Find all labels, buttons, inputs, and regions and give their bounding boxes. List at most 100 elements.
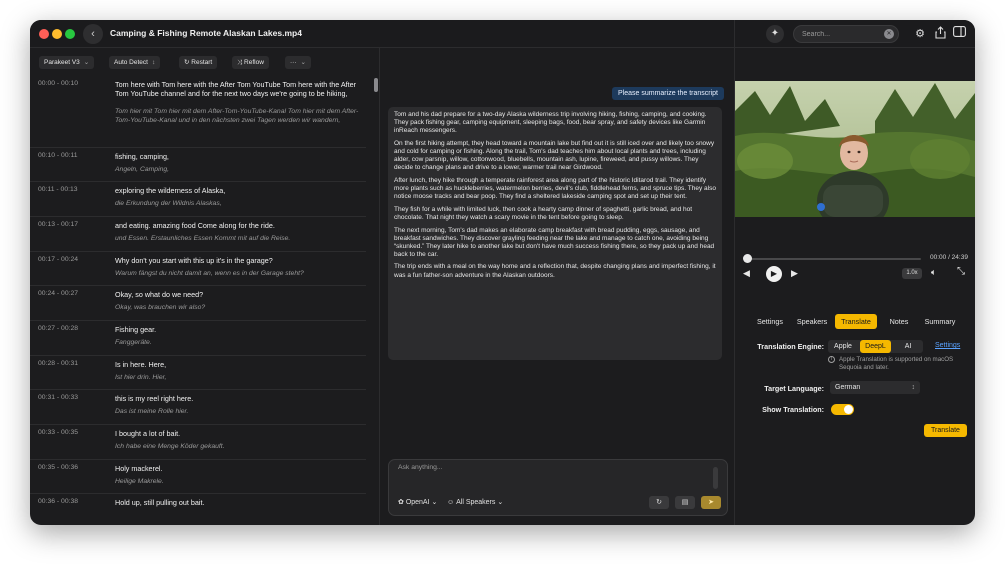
title-bar: ‹ Camping & Fishing Remote Alaskan Lakes… bbox=[30, 20, 975, 48]
segment-time: 00:35 - 00:36 bbox=[38, 464, 79, 471]
sparkle-icon: ✦ bbox=[770, 28, 780, 39]
answer-paragraph: On the first hiking attempt, they head t… bbox=[394, 139, 715, 172]
search-box[interactable]: ✕ bbox=[793, 25, 899, 43]
engine-option-deepl[interactable]: DeepL bbox=[860, 340, 891, 353]
transcript-segment[interactable]: 00:11 - 00:13 exploring the wilderness o… bbox=[30, 181, 366, 216]
segment-text: Tom here with Tom here with the After To… bbox=[115, 80, 357, 98]
translation-engine-selector: Apple DeepL AI bbox=[828, 340, 923, 353]
play-button[interactable]: ▶ bbox=[766, 266, 782, 282]
transcript-segment[interactable]: 00:10 - 00:11 fishing, camping, Angeln, … bbox=[30, 147, 366, 181]
search-clear-icon[interactable]: ✕ bbox=[884, 29, 894, 39]
target-language-label: Target Language: bbox=[764, 384, 824, 393]
sidebar-icon[interactable] bbox=[952, 26, 966, 42]
playback-speed-button[interactable]: 1.0x bbox=[902, 268, 922, 279]
target-language-select[interactable]: German ↕ bbox=[830, 381, 920, 394]
caption-icon: ▤ bbox=[681, 499, 689, 506]
tab-speakers[interactable]: Speakers bbox=[791, 314, 833, 329]
volume-icon[interactable]: 🔈︎ bbox=[931, 267, 936, 278]
restart-label: Restart bbox=[191, 59, 213, 66]
show-translation-label: Show Translation: bbox=[762, 405, 824, 414]
language-select-label: Auto Detect bbox=[114, 59, 148, 66]
provider-select[interactable]: ✿ OpenAI ⌄ bbox=[398, 498, 437, 506]
transcript-segment[interactable]: 00:27 - 00:28 Fishing gear. Fanggeräte. bbox=[30, 320, 366, 355]
composer-scrollbar[interactable] bbox=[713, 467, 718, 489]
segment-time: 00:17 - 00:24 bbox=[38, 256, 79, 263]
segment-translation: Angeln, Camping, bbox=[115, 166, 170, 173]
model-select[interactable]: Parakeet V3 ⌄ bbox=[39, 56, 95, 69]
send-button[interactable]: ➤ bbox=[701, 496, 721, 509]
segment-text: fishing, camping, bbox=[115, 152, 169, 161]
reflow-icon: ⤨ bbox=[237, 59, 245, 66]
transcript-toolbar: Parakeet V3 ⌄ Auto Detect ↕ ↻ Restart ⤨ Re… bbox=[30, 48, 379, 76]
segment-translation: Ich habe eine Menge Köder gekauft. bbox=[115, 443, 225, 450]
search-input[interactable] bbox=[802, 28, 882, 40]
segment-time: 00:10 - 00:11 bbox=[38, 152, 78, 159]
close-window-button[interactable] bbox=[39, 29, 49, 39]
transcript-scrollbar[interactable] bbox=[374, 78, 378, 92]
language-select[interactable]: Auto Detect ↕ bbox=[109, 56, 161, 69]
transcript-segment[interactable]: 00:35 - 00:36 Holy mackerel. Heilige Mak… bbox=[30, 459, 366, 493]
target-language-value: German bbox=[835, 384, 861, 391]
translate-button[interactable]: Translate bbox=[924, 424, 967, 437]
ai-sparkle-button[interactable]: ✦ bbox=[766, 25, 784, 43]
rewind-icon[interactable]: ◀ bbox=[743, 268, 750, 279]
share-icon[interactable] bbox=[933, 26, 947, 42]
playback-progress-track[interactable] bbox=[745, 258, 921, 260]
segment-time: 00:31 - 00:33 bbox=[38, 394, 79, 401]
titlebar-divider bbox=[734, 20, 735, 48]
caption-button[interactable]: ▤ bbox=[675, 496, 695, 509]
segment-time: 00:13 - 00:17 bbox=[38, 221, 79, 228]
answer-paragraph: The next morning, Tom's dad makes an ela… bbox=[394, 226, 715, 258]
tab-settings[interactable]: Settings bbox=[751, 314, 789, 329]
transcript-list[interactable]: 00:00 - 00:10 Tom here with Tom here wit… bbox=[30, 76, 379, 525]
transcript-segment[interactable]: 00:24 - 00:27 Okay, so what do we need? … bbox=[30, 285, 366, 320]
transcript-segment[interactable]: 00:31 - 00:33 this is my reel right here… bbox=[30, 389, 366, 424]
segment-translation: Heilige Makrele. bbox=[115, 478, 164, 485]
model-select-label: Parakeet V3 bbox=[44, 59, 80, 66]
show-translation-toggle[interactable] bbox=[831, 404, 854, 415]
more-menu-button[interactable]: ··· ⌄ bbox=[285, 56, 311, 69]
chat-panel: Please summarize the transcript Tom and … bbox=[380, 48, 734, 525]
segment-translation: Okay, was brauchen wir also? bbox=[115, 304, 206, 311]
assistant-answer: Tom and his dad prepare for a two-day Al… bbox=[388, 107, 722, 360]
tab-translate[interactable]: Translate bbox=[835, 314, 877, 329]
segment-text: and eating. amazing food Come along for … bbox=[115, 221, 275, 230]
engine-settings-link[interactable]: Settings bbox=[935, 342, 960, 349]
zoom-window-button[interactable] bbox=[65, 29, 75, 39]
segment-translation: Ist hier drin. Hier, bbox=[115, 374, 167, 381]
speakers-select[interactable]: ☺ All Speakers ⌄ bbox=[447, 498, 503, 506]
transcript-segment[interactable]: 00:17 - 00:24 Why don't you start with t… bbox=[30, 251, 366, 285]
speakers-label: All Speakers bbox=[456, 499, 496, 506]
expand-icon[interactable]: ⤡ bbox=[957, 266, 965, 277]
segment-text: Is in here. Here, bbox=[115, 360, 167, 369]
inspector-tabs: Settings Speakers Translate Notes Summar… bbox=[751, 314, 962, 329]
segment-time: 00:00 - 00:10 bbox=[38, 80, 79, 87]
restart-button[interactable]: ↻ Restart bbox=[179, 56, 218, 69]
playback-progress-knob[interactable] bbox=[743, 254, 752, 263]
segment-translation: Tom hier mit Tom hier mit dem After-Tom-… bbox=[115, 108, 359, 124]
chat-input[interactable] bbox=[398, 464, 708, 488]
engine-option-ai[interactable]: AI bbox=[893, 340, 923, 353]
tab-notes[interactable]: Notes bbox=[881, 314, 917, 329]
minimize-window-button[interactable] bbox=[52, 29, 62, 39]
transcript-segment[interactable]: 00:33 - 00:35 I bought a lot of bait. Ic… bbox=[30, 424, 366, 459]
segment-translation: die Erkundung der Wildnis Alaskas, bbox=[115, 200, 222, 207]
transcript-segment[interactable]: 00:13 - 00:17 and eating. amazing food C… bbox=[30, 216, 366, 251]
inspector-panel: 00:00 / 24:39 ◀ ▶ ▶ 1.0x 🔈︎ ⤡ Settings S… bbox=[735, 48, 975, 525]
forward-icon[interactable]: ▶ bbox=[791, 268, 798, 279]
video-frame-image bbox=[735, 81, 975, 217]
transcript-segment[interactable]: 00:28 - 00:31 Is in here. Here, Ist hier… bbox=[30, 355, 366, 389]
provider-label: OpenAI bbox=[405, 499, 430, 506]
engine-option-apple[interactable]: Apple bbox=[828, 340, 858, 353]
transcript-segment[interactable]: 00:00 - 00:10 Tom here with Tom here wit… bbox=[30, 76, 366, 147]
video-preview[interactable] bbox=[735, 81, 975, 217]
tab-summary[interactable]: Summary bbox=[919, 314, 961, 329]
toggle-knob bbox=[844, 405, 853, 414]
back-button[interactable]: ‹ bbox=[83, 24, 103, 44]
reflow-button[interactable]: ⤨ Reflow bbox=[232, 56, 269, 69]
refresh-button[interactable]: ↻ bbox=[649, 496, 669, 509]
reflow-label: Reflow bbox=[244, 59, 264, 66]
transcript-segment[interactable]: 00:36 - 00:38 Hold up, still pulling out… bbox=[30, 493, 366, 525]
more-label: ··· bbox=[290, 59, 297, 66]
gear-icon[interactable]: ⚙ bbox=[913, 26, 927, 42]
